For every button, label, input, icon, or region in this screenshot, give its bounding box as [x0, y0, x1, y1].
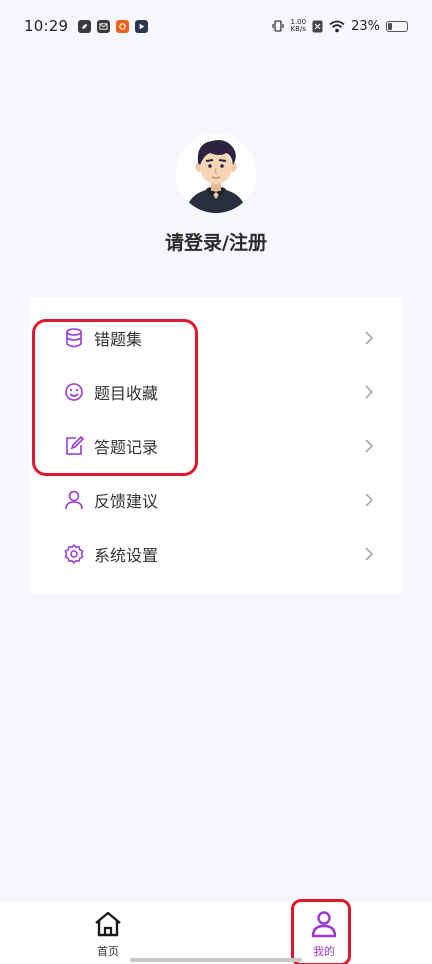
bottom-nav: 首页 我的: [0, 903, 432, 964]
mail-icon: [97, 19, 111, 33]
user-avatar-icon[interactable]: [176, 133, 256, 213]
nav-label-home: 首页: [97, 945, 119, 958]
play-icon: [135, 19, 149, 33]
settings-icon: [64, 544, 84, 564]
vibrate-icon: [271, 20, 284, 32]
menu-item-label: 系统设置: [94, 546, 159, 565]
chevron-right-icon: [365, 385, 374, 399]
chevron-right-icon: [365, 331, 374, 345]
app-icon-green: [78, 19, 92, 33]
menu-item-feedback[interactable]: 反馈建议: [30, 473, 403, 527]
sim-off-icon: [312, 20, 323, 32]
battery-fill: [388, 22, 392, 30]
chevron-right-icon: [365, 493, 374, 507]
menu-item-settings[interactable]: 系统设置: [30, 527, 403, 581]
chevron-right-icon: [365, 439, 374, 453]
user-icon: [65, 490, 83, 510]
home-indicator[interactable]: [130, 958, 302, 962]
battery-percent: 23%: [351, 18, 380, 34]
status-right: 1.00 KB/s 23%: [271, 18, 408, 34]
status-bar: 10:29 1.00 KB/s 23%: [0, 0, 432, 52]
menu-item-label: 反馈建议: [94, 492, 159, 511]
status-left: 10:29: [24, 17, 149, 35]
chevron-right-icon: [365, 547, 374, 561]
wifi-icon: [329, 20, 345, 32]
highlight-box-nav: [291, 899, 351, 964]
net-speed: 1.00 KB/s: [291, 19, 307, 33]
taobao-icon: [116, 19, 130, 33]
login-register-link[interactable]: 请登录/注册: [0, 228, 432, 255]
nav-item-home[interactable]: 首页: [78, 903, 138, 964]
status-time: 10:29: [24, 17, 69, 35]
highlight-box-menu: [32, 319, 198, 476]
battery-icon: [386, 20, 408, 32]
net-speed-unit: KB/s: [290, 25, 306, 33]
home-icon: [95, 911, 121, 937]
